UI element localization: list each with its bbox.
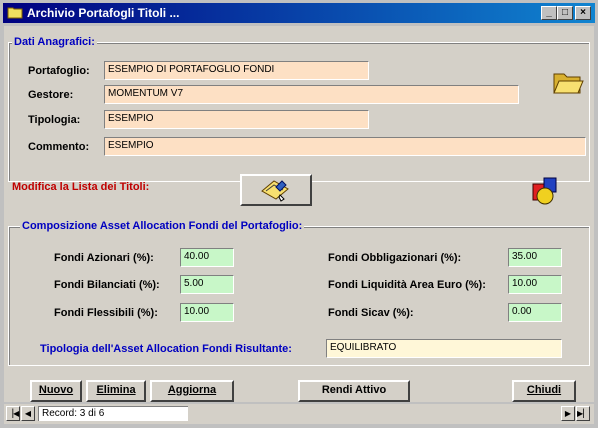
azionari-field[interactable]: 40.00 — [180, 248, 234, 267]
last-record-button[interactable]: ▶▏ — [576, 406, 590, 421]
sicav-field[interactable]: 0.00 — [508, 303, 562, 322]
aggiorna-button[interactable]: Aggiorna — [150, 380, 234, 402]
commento-label: Commento: — [28, 141, 90, 153]
risultante-label: Tipologia dell'Asset Allocation Fondi Ri… — [40, 343, 292, 355]
shapes-icon — [532, 177, 557, 205]
elimina-button[interactable]: Elimina — [86, 380, 146, 402]
flessibili-field[interactable]: 10.00 — [180, 303, 234, 322]
sicav-label: Fondi Sicav (%): — [328, 307, 414, 319]
commento-field[interactable]: ESEMPIO — [104, 137, 586, 156]
bilanciati-field[interactable]: 5.00 — [180, 275, 234, 294]
nuovo-button[interactable]: Nuovo — [30, 380, 82, 402]
anagrafici-title: Dati Anagrafici: — [12, 36, 97, 48]
composizione-title: Composizione Asset Allocation Fondi del … — [20, 220, 305, 232]
maximize-button[interactable]: □ — [557, 6, 573, 20]
rendi-attivo-button[interactable]: Rendi Attivo — [298, 380, 410, 402]
first-record-button[interactable]: ▕◀ — [6, 406, 20, 421]
obbligazionari-field[interactable]: 35.00 — [508, 248, 562, 267]
flessibili-label: Fondi Flessibili (%): — [54, 307, 158, 319]
gestore-label: Gestore: — [28, 89, 74, 101]
bilanciati-label: Fondi Bilanciati (%): — [54, 279, 160, 291]
record-navigator: ▕◀ ◀ Record: 3 di 6 ▶ ▶▏ — [4, 404, 594, 424]
next-record-button[interactable]: ▶ — [561, 406, 575, 421]
liquidita-field[interactable]: 10.00 — [508, 275, 562, 294]
tipologia-field[interactable]: ESEMPIO — [104, 110, 369, 129]
modifica-label: Modifica la Lista dei Titoli: — [12, 181, 150, 193]
folder-icon — [7, 7, 23, 19]
open-folder-icon[interactable] — [552, 68, 584, 96]
application-window: Archivio Portafogli Titoli ... _ □ × Dat… — [0, 0, 598, 428]
form-body: Dati Anagrafici: Portafoglio: ESEMPIO DI… — [4, 26, 594, 402]
obbligazionari-label: Fondi Obbligazionari (%): — [328, 252, 462, 264]
tipologia-label: Tipologia: — [28, 114, 81, 126]
azionari-label: Fondi Azionari (%): — [54, 252, 154, 264]
record-indicator: Record: 3 di 6 — [38, 406, 188, 421]
edit-list-icon — [261, 180, 289, 202]
close-button[interactable]: × — [575, 6, 591, 20]
chiudi-button[interactable]: Chiudi — [512, 380, 576, 402]
title-bar[interactable]: Archivio Portafogli Titoli ... _ □ × — [3, 3, 595, 23]
risultante-field[interactable]: EQUILIBRATO — [326, 339, 562, 358]
liquidita-label: Fondi Liquidità Area Euro (%): — [328, 279, 486, 291]
gestore-field[interactable]: MOMENTUM V7 — [104, 85, 519, 104]
portafoglio-field[interactable]: ESEMPIO DI PORTAFOGLIO FONDI — [104, 61, 369, 80]
edit-list-button[interactable] — [240, 174, 312, 206]
previous-record-button[interactable]: ◀ — [21, 406, 35, 421]
portafoglio-label: Portafoglio: — [28, 65, 90, 77]
minimize-button[interactable]: _ — [541, 6, 557, 20]
window-title: Archivio Portafogli Titoli ... — [27, 6, 180, 20]
